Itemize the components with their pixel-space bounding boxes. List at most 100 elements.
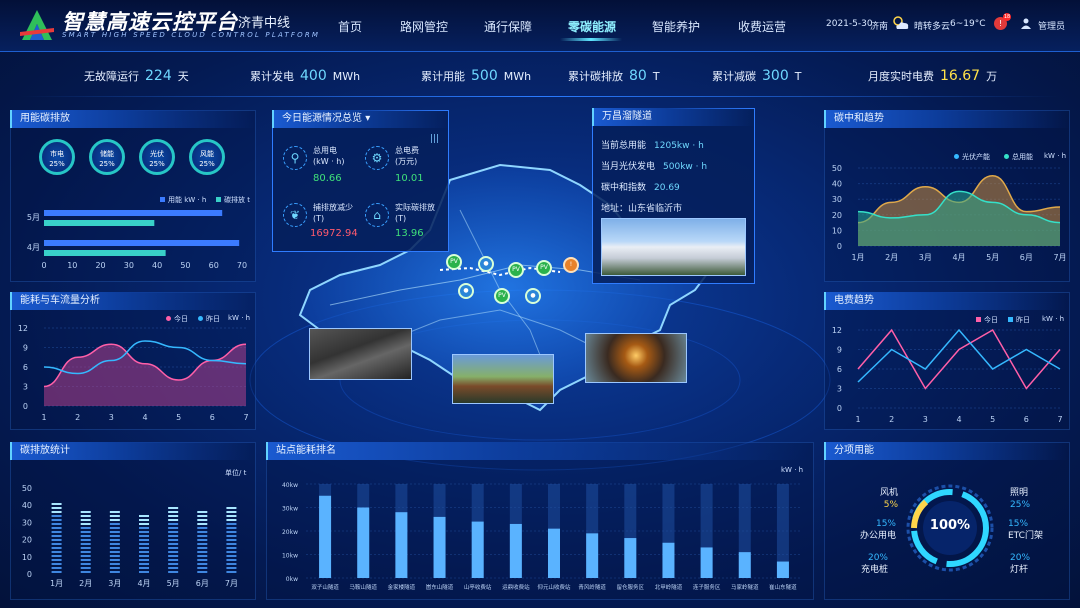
sub-item-lamp-post[interactable]: 20% 灯杆 (1010, 552, 1030, 576)
x-tick-label: 4月 (952, 253, 965, 262)
bar-segment (168, 519, 179, 521)
nav-zero-carbon[interactable]: 零碳能源 (568, 18, 616, 35)
bar-segment (80, 527, 91, 529)
bar-segment (51, 559, 62, 561)
map-poi-lock[interactable]: ● (478, 256, 494, 272)
map-poi-lock[interactable]: ● (458, 283, 474, 299)
neutral-trend-chart: 50 40 30 20 10 0 1月 2月 3月 4月 5月 6月 7月 (832, 164, 1067, 262)
map-poi-pv[interactable]: PV (536, 260, 552, 276)
station-rank-chart: 40kw 30kw 20kw 10kw 0kw 双子山隧道 马鞍山隧道 金家楼隧道 崮东山隧道 山… (282, 482, 802, 591)
bar-segment (139, 527, 149, 529)
bar-segment (168, 543, 179, 545)
y-tick-label: 0 (837, 404, 842, 413)
x-tick-label: 70 (237, 261, 247, 270)
y-tick-label: 12 (18, 324, 28, 333)
bar (548, 528, 560, 578)
ring-solar[interactable]: 光伏 25% (139, 139, 175, 175)
bar-segment (226, 511, 237, 513)
bar-segment (51, 507, 62, 509)
sub-item-lighting[interactable]: 照明 25% (1010, 487, 1030, 511)
map-poi-pv[interactable]: PV (508, 262, 524, 278)
series-line (857, 328, 1061, 390)
y-tick-label: 6 (837, 365, 842, 374)
top-header: 智慧高速云控平台 济青中线 SMART HIGH SPEED CLOUD CON… (0, 0, 1080, 52)
bar-segment (197, 511, 208, 513)
bar-segment (168, 535, 179, 537)
nav-road-control[interactable]: 路网管控 (400, 18, 448, 35)
dropdown-icon[interactable]: ▾ (365, 113, 370, 124)
energy-flow-chart: 1296301 2 3 4 5 6 7 (18, 324, 249, 422)
stats-row: 无故障运行 224 天 累计发电 400 MWh 累计用能 500 MWh 累计碳排放 80 T… (0, 60, 1080, 90)
nav-traffic-guarantee[interactable]: 通行保障 (484, 18, 532, 35)
y-tick-label: 20kw (282, 529, 298, 536)
y-tick-label: 12 (832, 326, 842, 335)
bar-segment (139, 539, 149, 541)
x-tick-label: 0 (41, 261, 46, 270)
sub-item-office[interactable]: 15% 办公用电 (840, 518, 896, 542)
bar-segment (109, 563, 120, 565)
carbon-use-chart: 5月 4月0 10 20 30 40 50 60 70 (27, 210, 247, 270)
bar-segment (197, 563, 208, 565)
tunnel-photo[interactable] (585, 333, 687, 383)
bar-segment (109, 571, 120, 573)
bar-segment (80, 555, 91, 557)
nav-smart-maintenance[interactable]: 智能养护 (652, 18, 700, 35)
x-tick-label: 留仓服务区 (617, 583, 645, 591)
total-electricity-value: 80.66 (313, 173, 342, 184)
weather-icon (893, 16, 909, 29)
bar-segment (51, 539, 62, 541)
bar-segment (109, 567, 120, 569)
ring-wind[interactable]: 风能 25% (189, 139, 225, 175)
today-energy-title[interactable]: 今日能源情况总览 ▾ (272, 110, 449, 128)
road-photo[interactable] (309, 328, 412, 380)
bar-segment (51, 515, 62, 517)
bar-segment (80, 563, 91, 565)
user-name[interactable]: 管理员 (1038, 19, 1065, 32)
nav-toll-operation[interactable]: 收费运营 (738, 18, 786, 35)
x-tick-label: 50 (180, 261, 190, 270)
bar-segment (51, 563, 62, 565)
bar-segment (139, 535, 149, 537)
map-poi-pv[interactable]: PV (494, 288, 510, 304)
carbon-stats-chart: 50 40 30 20 10 0 1月 2月 3月 4月 5月 6月 7月 (22, 484, 238, 588)
bar-segment (168, 547, 179, 549)
x-tick-label: 双子山隧道 (311, 583, 339, 591)
bar-segment (139, 563, 149, 565)
bar-segment (51, 555, 62, 557)
stats-bars-icon[interactable]: ||| (430, 134, 439, 144)
x-tick-label: 10 (67, 261, 77, 270)
x-tick-label: 7月 (1053, 253, 1066, 262)
sub-item-etc-gantry[interactable]: 15% ETC门架 (1008, 518, 1043, 542)
bar-segment (226, 507, 237, 509)
y-tick-label: 0kw (286, 576, 298, 583)
x-tick-label: 3 (923, 415, 928, 424)
x-tick-label: 6 (210, 413, 215, 422)
y-tick-label: 30kw (282, 506, 298, 513)
y-tick-label: 9 (23, 344, 28, 353)
nav-home[interactable]: 首页 (338, 18, 362, 35)
map-poi-warning[interactable]: ! (563, 257, 579, 273)
bar-segment (109, 555, 120, 557)
x-tick-label: 2 (75, 413, 80, 422)
map-poi-pv[interactable]: PV (446, 254, 462, 270)
ring-storage[interactable]: 储能 25% (89, 139, 125, 175)
nav-active-indicator (560, 38, 622, 41)
ring-grid-power[interactable]: 市电 25% (39, 139, 75, 175)
bar-segment (197, 519, 208, 521)
lightbulb-icon: ⚲ (283, 146, 307, 170)
user-icon[interactable] (1021, 18, 1031, 29)
sub-item-fan[interactable]: 风机 5% (868, 487, 898, 511)
bar-segment (80, 559, 91, 561)
x-tick-label: 3月 (108, 579, 121, 588)
bar-segment (197, 551, 208, 553)
bar (51, 503, 62, 573)
x-tick-label: 40 (152, 261, 162, 270)
bar-segment (80, 535, 91, 537)
bar-segment (226, 555, 237, 557)
service-area-photo[interactable] (452, 354, 554, 404)
sub-item-charging[interactable]: 20% 充电桩 (848, 552, 888, 576)
map-poi-lock[interactable]: ● (525, 288, 541, 304)
tunnel-building-photo[interactable] (601, 218, 746, 276)
bar-segment (109, 523, 120, 525)
bar-segment (109, 511, 120, 513)
